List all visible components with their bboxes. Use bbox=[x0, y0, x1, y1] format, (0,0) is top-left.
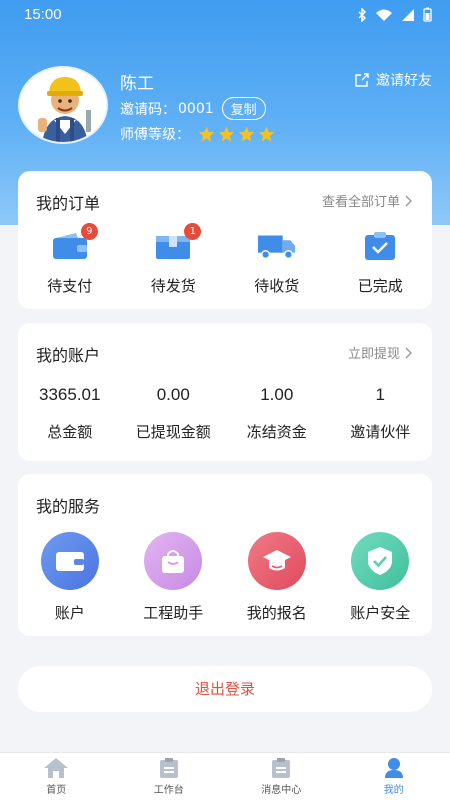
graduation-cap-icon bbox=[247, 532, 306, 590]
status-icons bbox=[357, 7, 432, 22]
status-time: 15:00 bbox=[24, 6, 62, 23]
view-all-orders-label: 查看全部订单 bbox=[321, 195, 400, 210]
battery-icon bbox=[423, 7, 432, 22]
truck-icon bbox=[257, 229, 297, 263]
order-item-pending-receipt[interactable]: 待收货 bbox=[225, 229, 329, 296]
tab-mine[interactable]: 我的 bbox=[338, 753, 450, 800]
withdraw-now-link[interactable]: 立即提现 bbox=[348, 343, 412, 362]
logout-button[interactable]: 退出登录 bbox=[18, 666, 432, 712]
package-icon: 1 bbox=[153, 223, 202, 263]
clipboard-icon bbox=[159, 758, 178, 778]
bag-icon bbox=[144, 532, 203, 590]
wallet-icon: 9 bbox=[50, 223, 98, 263]
wallet-icon bbox=[40, 532, 99, 590]
star-icon bbox=[258, 126, 275, 142]
service-account-security[interactable]: 账户安全 bbox=[329, 532, 433, 623]
order-label-pending-shipment: 待发货 bbox=[150, 277, 196, 295]
orders-title: 我的订单 bbox=[36, 194, 101, 213]
account-stat-withdrawn[interactable]: 0.00 已提现金额 bbox=[122, 385, 226, 442]
star-icon bbox=[198, 126, 215, 142]
user-icon bbox=[384, 758, 403, 778]
my-account-card: 我的账户 立即提现 3365.01 总金额 0.00 已提现金额 1.00 冻结… bbox=[18, 323, 432, 461]
pending-payment-badge: 9 bbox=[80, 223, 98, 240]
service-account-security-label: 账户安全 bbox=[350, 604, 411, 622]
service-engineering-assistant-label: 工程助手 bbox=[143, 604, 204, 622]
worker-avatar-icon bbox=[20, 68, 106, 142]
star-icon bbox=[238, 126, 255, 142]
service-my-registration[interactable]: 我的报名 bbox=[225, 532, 329, 623]
invite-friend-button[interactable]: 邀请好友 bbox=[354, 70, 432, 90]
service-my-registration-label: 我的报名 bbox=[246, 604, 307, 622]
invite-code-label: 邀请码： bbox=[120, 101, 176, 118]
account-title: 我的账户 bbox=[36, 346, 101, 365]
invited-partners-value: 1 bbox=[375, 385, 385, 404]
tab-workbench[interactable]: 工作台 bbox=[113, 753, 226, 800]
frozen-funds-label: 冻结资金 bbox=[246, 423, 307, 441]
account-stat-total[interactable]: 3365.01 总金额 bbox=[18, 385, 122, 442]
level-stars bbox=[198, 126, 275, 142]
order-status-grid: 9 待支付 1 待发货 待收货 已完成 bbox=[18, 223, 433, 296]
profile-section: 陈工 邀请码： 0001 复制 师傅等级： 邀请好友 bbox=[0, 62, 450, 152]
view-all-orders-link[interactable]: 查看全部订单 bbox=[322, 191, 412, 210]
tab-message-center-label: 消息中心 bbox=[261, 785, 302, 796]
total-amount-label: 总金额 bbox=[47, 423, 93, 441]
status-bar: 15:00 bbox=[0, 0, 450, 30]
services-title: 我的服务 bbox=[36, 497, 101, 516]
tab-workbench-label: 工作台 bbox=[153, 785, 184, 796]
star-icon bbox=[218, 126, 235, 142]
bluetooth-icon bbox=[358, 7, 367, 22]
tab-message-center[interactable]: 消息中心 bbox=[225, 753, 338, 800]
master-level-label: 师傅等级： bbox=[120, 127, 190, 143]
order-label-completed: 已完成 bbox=[357, 277, 403, 295]
order-label-pending-receipt: 待收货 bbox=[254, 277, 300, 295]
copy-button[interactable]: 复制 bbox=[221, 97, 266, 120]
invite-code-value: 0001 bbox=[178, 100, 214, 117]
order-item-pending-payment[interactable]: 9 待支付 bbox=[18, 223, 122, 296]
master-level-row: 师傅等级： bbox=[120, 124, 275, 144]
wifi-icon bbox=[376, 9, 392, 21]
account-stat-frozen[interactable]: 1.00 冻结资金 bbox=[225, 385, 329, 442]
service-account[interactable]: 账户 bbox=[18, 532, 122, 623]
signal-icon bbox=[402, 8, 414, 21]
tab-mine-label: 我的 bbox=[383, 785, 404, 796]
invite-friend-label: 邀请好友 bbox=[376, 73, 432, 89]
order-label-pending-payment: 待支付 bbox=[47, 277, 93, 295]
pending-shipment-badge: 1 bbox=[184, 223, 202, 240]
withdrawn-amount-label: 已提现金额 bbox=[135, 423, 211, 441]
tab-home[interactable]: 首页 bbox=[0, 753, 113, 800]
account-stat-invited[interactable]: 1 邀请伙伴 bbox=[329, 385, 433, 442]
bottom-tab-bar: 首页 工作台 消息中心 我的 bbox=[0, 752, 450, 800]
service-engineering-assistant[interactable]: 工程助手 bbox=[122, 532, 226, 623]
chevron-right-icon bbox=[405, 347, 412, 358]
tab-home-label: 首页 bbox=[46, 785, 67, 796]
service-account-label: 账户 bbox=[54, 604, 85, 622]
order-item-completed[interactable]: 已完成 bbox=[329, 229, 433, 296]
account-stats-grid: 3365.01 总金额 0.00 已提现金额 1.00 冻结资金 1 邀请伙伴 bbox=[18, 385, 432, 442]
invited-partners-label: 邀请伙伴 bbox=[350, 423, 411, 441]
clipboard-check-icon bbox=[360, 229, 400, 263]
services-grid: 账户 工程助手 我的报名 账户安全 bbox=[18, 532, 432, 623]
frozen-funds-value: 1.00 bbox=[260, 385, 294, 404]
withdrawn-amount-value: 0.00 bbox=[156, 385, 190, 404]
avatar[interactable] bbox=[18, 66, 108, 144]
invite-code-row: 邀请码： 0001 复制 bbox=[120, 97, 266, 120]
message-icon bbox=[272, 758, 291, 778]
user-name: 陈工 bbox=[120, 74, 154, 94]
share-icon bbox=[355, 73, 369, 87]
home-icon bbox=[44, 758, 69, 778]
my-services-card: 我的服务 账户 工程助手 我的报名 账户安全 bbox=[18, 474, 432, 636]
order-item-pending-shipment[interactable]: 1 待发货 bbox=[122, 223, 226, 296]
total-amount-value: 3365.01 bbox=[39, 385, 101, 404]
shield-check-icon bbox=[351, 532, 410, 590]
withdraw-now-label: 立即提现 bbox=[347, 347, 400, 362]
chevron-right-icon bbox=[405, 195, 412, 206]
my-orders-card: 我的订单 查看全部订单 9 待支付 1 待发货 待收货 已完成 bbox=[18, 171, 432, 309]
